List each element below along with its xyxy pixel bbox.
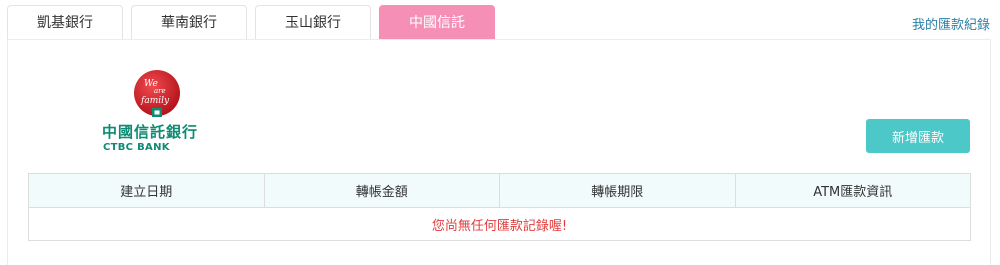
bank-english-name: CTBC BANK [103,142,170,153]
add-remittance-button[interactable]: 新增匯款 [866,119,970,153]
tab-esun-bank[interactable]: 玉山銀行 [255,5,371,40]
bank-name-logo-text: 中國信託銀行 [102,123,199,141]
we-are-family-emblem-icon: We are family [134,70,180,117]
emblem-word-family: family [140,96,170,106]
emblem-word-are: are [154,87,166,95]
column-header-transfer-amount: 轉帳金額 [263,173,500,208]
column-header-created-date: 建立日期 [28,173,265,208]
tab-ctbc-bank[interactable]: 中國信託 [379,5,495,40]
bank-tabs: 凱基銀行 華南銀行 玉山銀行 中國信託 [7,5,495,40]
remittance-table: 建立日期 轉帳金額 轉帳期限 ATM匯款資訊 您尚無任何匯款記錄喔! [28,173,971,241]
tab-hua-nan-bank[interactable]: 華南銀行 [131,5,247,40]
page: 凱基銀行 華南銀行 玉山銀行 中國信託 我的匯款紀錄 We are family [0,0,1000,265]
tab-kgi-bank[interactable]: 凱基銀行 [7,5,123,40]
table-header-row: 建立日期 轉帳金額 轉帳期限 ATM匯款資訊 [28,173,971,208]
ctbc-logo: We are family 中國信託銀行 CTBC BANK [102,68,212,158]
my-remittance-records-link[interactable]: 我的匯款紀錄 [912,14,990,33]
bank-panel: We are family 中國信託銀行 CTBC BANK 新增匯款 建立日期… [7,39,991,265]
column-header-transfer-deadline: 轉帳期限 [499,173,736,208]
empty-records-message: 您尚無任何匯款記錄喔! [28,207,971,241]
table-row: 您尚無任何匯款記錄喔! [28,207,971,241]
column-header-atm-info: ATM匯款資訊 [734,173,971,208]
